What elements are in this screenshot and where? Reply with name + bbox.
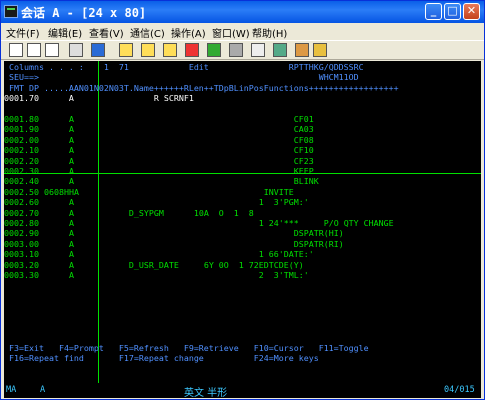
macro-icon[interactable] [163, 43, 177, 57]
source-line[interactable]: 0002.80 A 1 24'*** P/O QTY CHANGE [4, 218, 394, 228]
source-line[interactable]: 0002.50 0608HHA INVITE [4, 187, 294, 197]
play-icon[interactable] [207, 43, 221, 57]
source-line[interactable]: 0002.20 A CF23 [4, 156, 314, 166]
source-line[interactable]: 0002.10 A CF10 [4, 145, 314, 155]
record-icon[interactable] [185, 43, 199, 57]
function-keys-line-1: F16=Repeat find F17=Repeat change F24=Mo… [4, 353, 319, 364]
status-session: A [40, 385, 46, 395]
header-line-0: Columns . . . : 1 71 Edit RPTTHKG/QDDSSR… [4, 62, 364, 72]
paste-icon[interactable] [27, 43, 41, 57]
window-title: 会话 A - [24 x 80] [21, 6, 147, 20]
header-line-1: SEU==> WHCM11OD [4, 72, 359, 83]
source-line[interactable]: 0003.30 A 2 3'TML:' [4, 270, 309, 280]
status-mode: MA [6, 385, 17, 395]
function-keys-line-0: F3=Exit F4=Prompt F5=Refresh F9=Retrieve… [4, 342, 369, 353]
status-ime: 英文 半形 [184, 388, 228, 399]
receive-icon[interactable] [141, 43, 155, 57]
header-line-2: FMT DP .....AAN01N02N03T.Name++++++RLen+… [4, 82, 399, 93]
menu-item-0[interactable]: 文件(F) [6, 25, 40, 40]
header-line-3: 0001.70 A R SCRNF1 [4, 93, 194, 104]
toolbar [1, 40, 484, 60]
source-line[interactable]: 0003.20 A D_USR_DATE 6Y 0O 1 72EDTCDE(Y) [4, 260, 304, 270]
source-line[interactable]: 0002.00 A CF08 [4, 135, 314, 145]
source-line[interactable]: 0002.30 A KEEP [4, 166, 314, 176]
minimize-button[interactable]: _ [425, 3, 442, 20]
title-bar[interactable]: 会话 A - [24 x 80] _ □ ✕ [1, 1, 484, 23]
print-icon[interactable] [69, 43, 83, 57]
display-icon[interactable] [91, 43, 105, 57]
terminal-app-icon [4, 5, 18, 18]
source-line[interactable]: 0003.10 A 1 66'DATE:' [4, 249, 314, 259]
maximize-button[interactable]: □ [444, 3, 461, 20]
source-line[interactable]: 0002.70 A D_SYPGM 10A O 1 8 [4, 208, 254, 218]
config-icon[interactable] [273, 43, 287, 57]
menu-item-6[interactable]: 帮助(H) [252, 25, 287, 40]
source-line[interactable]: 0001.80 A CF01 [4, 114, 314, 124]
quick-icon[interactable] [251, 43, 265, 57]
source-line[interactable]: 0002.60 A 1 3'PGM:' [4, 197, 309, 207]
send-icon[interactable] [119, 43, 133, 57]
source-line[interactable]: 0002.90 A DSPATR(HI) [4, 228, 344, 238]
source-line[interactable]: 0002.40 A BLINK [4, 176, 319, 186]
menu-item-5[interactable]: 窗口(W) [212, 25, 250, 40]
paste-alt-icon[interactable] [45, 43, 59, 57]
menu-item-2[interactable]: 查看(V) [89, 25, 124, 40]
copy-icon[interactable] [9, 43, 23, 57]
menu-item-1[interactable]: 编辑(E) [48, 25, 82, 40]
menu-item-3[interactable]: 通信(C) [130, 25, 165, 40]
map-icon[interactable] [295, 43, 309, 57]
close-button[interactable]: ✕ [463, 3, 480, 20]
status-bar: MA A 英文 半形 04/015 [4, 383, 481, 399]
eraser-icon[interactable] [313, 43, 327, 57]
terminal-screen[interactable]: Columns . . . : 1 71 Edit RPTTHKG/QDDSSR… [4, 61, 481, 383]
source-line[interactable]: 0001.90 A CA03 [4, 124, 314, 134]
emulator-window: 会话 A - [24 x 80] _ □ ✕ 文件(F) 编辑(E) 查看(V) 通信… [0, 0, 485, 400]
stop-icon[interactable] [229, 43, 243, 57]
status-cursor-position: 04/015 [444, 385, 475, 395]
menu-bar: 文件(F) 编辑(E) 查看(V) 通信(C) 操作(A) 窗口(W) 帮助(H) [1, 23, 484, 40]
menu-item-4[interactable]: 操作(A) [171, 25, 206, 40]
source-line[interactable]: 0003.00 A DSPATR(RI) [4, 239, 344, 249]
